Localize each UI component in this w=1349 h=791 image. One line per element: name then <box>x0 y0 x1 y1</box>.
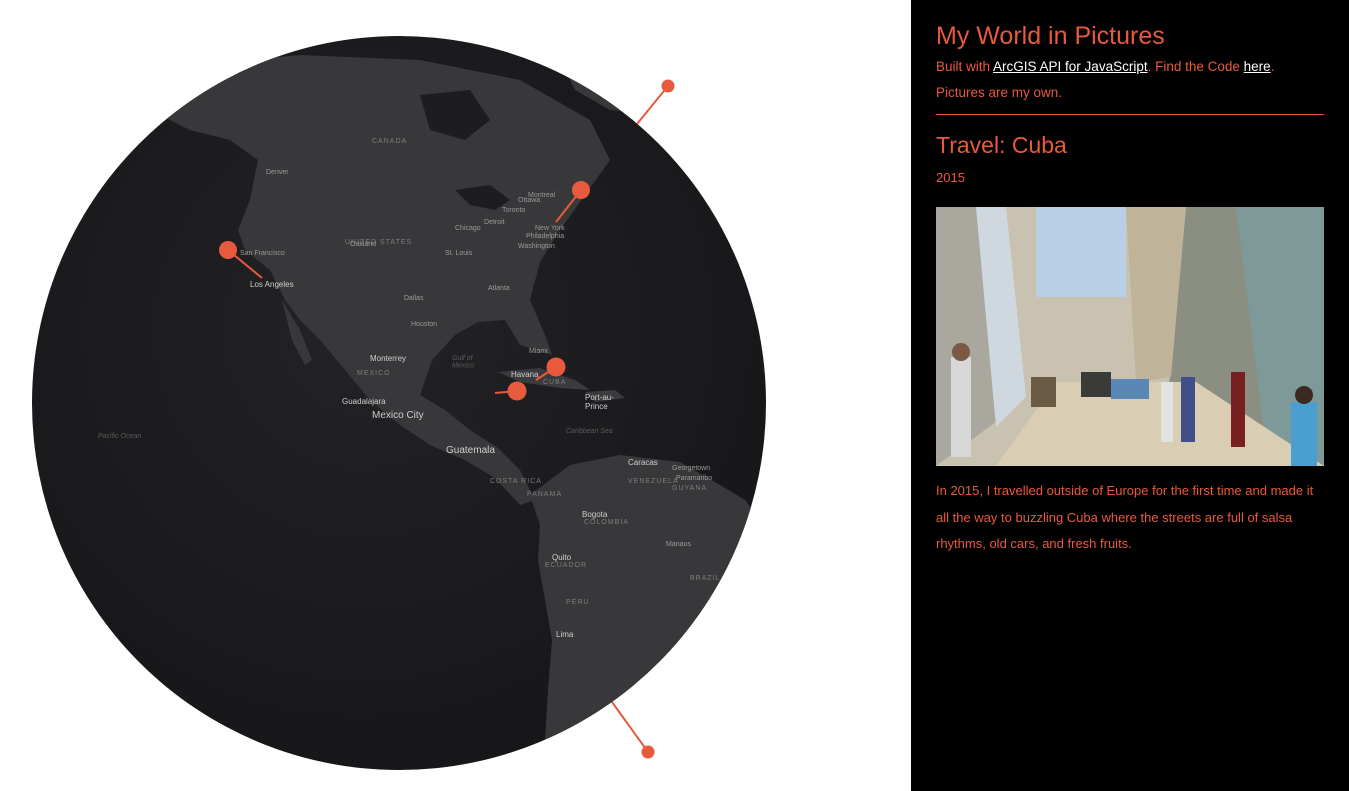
marker-havana[interactable] <box>507 381 527 401</box>
marker-new-york[interactable] <box>572 181 590 199</box>
period-text: . <box>1270 59 1275 74</box>
divider <box>936 114 1324 115</box>
arcgis-link[interactable]: ArcGIS API for JavaScript <box>993 59 1148 74</box>
globe-map[interactable]: CANADA UNITED STATES MEXICO CUBA COSTA R… <box>0 0 911 791</box>
region-label-guyana: GUYANA <box>672 485 707 492</box>
street-photo <box>936 207 1324 466</box>
region-label-costa-rica: COSTA RICA <box>490 478 542 485</box>
here-link[interactable]: here <box>1244 59 1271 74</box>
water-label-pacific-ocean: Pacific Ocean <box>98 433 141 440</box>
region-label-ecuador: ECUADOR <box>545 562 587 569</box>
city-label-los-angeles: Los Angeles <box>250 280 294 289</box>
intro-text: Built with ArcGIS API for JavaScript. Fi… <box>936 54 1324 106</box>
travel-title: Travel: Cuba <box>936 132 1067 158</box>
city-label-toronto: Toronto <box>502 207 525 214</box>
city-label-guatemala: Guatemala <box>446 445 495 456</box>
water-label-gulf-of-mexico: Gulf of Mexico <box>452 355 474 370</box>
marker-cuba-east[interactable] <box>546 357 566 377</box>
city-label-havana: Havana <box>511 370 539 379</box>
city-label-manaus: Manaus <box>666 541 691 548</box>
city-label-detroit: Detroit <box>484 219 505 226</box>
travel-year: 2015 <box>936 170 965 185</box>
city-label-washington: Washington <box>518 243 555 250</box>
region-label-panama: PANAMA <box>527 491 562 498</box>
south-america-landmass <box>530 455 760 770</box>
city-label-caracas: Caracas <box>628 458 658 467</box>
region-label-peru: PERU <box>566 599 589 606</box>
city-label-bogota: Bogota <box>582 510 608 519</box>
city-label-miami: Miami <box>529 348 548 355</box>
city-label-guadalajara: Guadalajara <box>342 397 386 406</box>
marker-stem-north <box>636 85 669 125</box>
city-label-dallas: Dallas <box>404 295 424 302</box>
marker-los-angeles[interactable] <box>219 241 237 259</box>
built-with-prefix: Built with <box>936 59 994 74</box>
marker-stem-south <box>611 701 649 753</box>
city-label-lima: Lima <box>556 630 574 639</box>
city-label-quito: Quito <box>552 553 572 562</box>
marker-offglobe-north[interactable] <box>661 79 675 93</box>
region-label-venezuela: VENEZUELA <box>628 478 679 485</box>
city-label-atlanta: Atlanta <box>488 285 510 292</box>
city-label-ottawa: Ottawa <box>518 197 540 204</box>
region-label-canada: CANADA <box>372 138 407 145</box>
city-label-oakland: Oakland <box>350 241 376 248</box>
city-label-san-francisco: San Francisco <box>240 250 285 257</box>
pictures-note: Pictures are my own. <box>936 85 1063 100</box>
info-panel: My World in Pictures Built with ArcGIS A… <box>911 0 1349 791</box>
city-label-st-louis: St. Louis <box>445 250 473 257</box>
region-label-colombia: COLOMBIA <box>584 519 629 526</box>
region-label-brazil: BRAZIL <box>690 575 721 582</box>
water-label-caribbean-sea: Caribbean Sea <box>566 428 613 435</box>
city-label-philadelphia: Philadelphia <box>526 233 564 240</box>
city-label-monterrey: Monterrey <box>370 354 406 363</box>
city-label-denver: Denver <box>266 169 289 176</box>
street-photo-illustration <box>936 207 1324 466</box>
city-label-new-york: New York <box>535 225 565 232</box>
city-label-chicago: Chicago <box>455 225 481 232</box>
find-code-text: . Find the Code <box>1147 59 1244 74</box>
city-label-georgetown: Georgetown <box>672 465 710 472</box>
region-label-cuba: CUBA <box>543 379 566 386</box>
globe-svg[interactable]: CANADA UNITED STATES MEXICO CUBA COSTA R… <box>0 0 911 791</box>
region-label-mexico: MEXICO <box>357 370 391 377</box>
travel-description: In 2015, I travelled outside of Europe f… <box>936 483 1314 551</box>
city-label-houston: Houston <box>411 321 437 328</box>
page-title: My World in Pictures <box>936 22 1165 50</box>
marker-offglobe-south[interactable] <box>641 745 655 759</box>
city-label-paramaribo: Paramaribo <box>676 475 712 482</box>
city-label-mexico-city: Mexico City <box>372 410 424 421</box>
